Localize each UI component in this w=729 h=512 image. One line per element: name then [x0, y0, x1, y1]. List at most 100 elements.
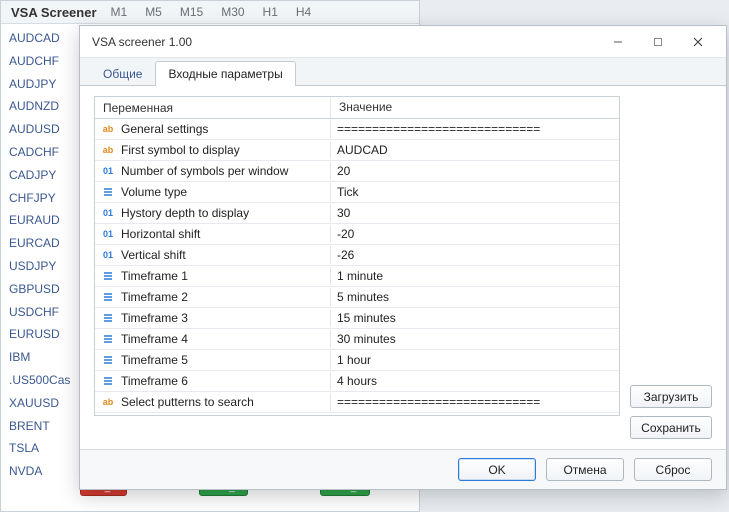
enum-type-icon [101, 353, 115, 367]
param-name-cell: 01Number of symbols per window [95, 162, 331, 180]
symbol-row[interactable]: AUDNZD [9, 95, 71, 118]
symbol-row[interactable]: XAUUSD [9, 392, 71, 415]
table-row[interactable]: Timeframe 4 30 minutes [95, 329, 619, 350]
timeframe-M5[interactable]: M5 [145, 5, 162, 19]
symbol-row[interactable]: AUDJPY [9, 73, 71, 96]
table-row[interactable]: 01 Vertical shift -26 [95, 245, 619, 266]
bg-title: VSA Screener [11, 5, 97, 20]
param-name-cell: Timeframe 6 [95, 372, 331, 390]
param-value-cell[interactable]: 30 minutes [331, 330, 619, 348]
table-body[interactable]: abGeneral settings======================… [95, 119, 619, 415]
cancel-button[interactable]: Отмена [546, 458, 624, 481]
table-header: Переменная Значение [95, 97, 619, 119]
table-row[interactable]: 01 Horizontal shift -20 [95, 224, 619, 245]
param-name-cell: Timeframe 3 [95, 309, 331, 327]
load-button[interactable]: Загрузить [630, 385, 712, 408]
enum-type-icon [101, 311, 115, 325]
enum-type-icon [101, 374, 115, 388]
close-button[interactable] [678, 28, 718, 56]
symbol-row[interactable]: AUDCAD [9, 27, 71, 50]
symbol-row[interactable]: GBPUSD [9, 278, 71, 301]
int-type-icon: 01 [101, 227, 115, 241]
enum-type-icon [101, 290, 115, 304]
param-value-cell[interactable]: 1 minute [331, 267, 619, 285]
dialog-body: Переменная Значение abGeneral settings==… [80, 86, 726, 449]
param-name: Select putterns to search [121, 395, 254, 409]
param-value-cell[interactable]: 30 [331, 204, 619, 222]
timeframe-M1[interactable]: M1 [111, 5, 128, 19]
table-row[interactable]: Timeframe 5 1 hour [95, 350, 619, 371]
param-name-cell: 01 Vertical shift [95, 246, 331, 264]
symbol-row[interactable]: AUDUSD [9, 118, 71, 141]
symbol-row[interactable]: AUDCHF [9, 50, 71, 73]
param-value-cell[interactable]: 5 minutes [331, 288, 619, 306]
symbol-row[interactable]: EURCAD [9, 232, 71, 255]
table-row[interactable]: Timeframe 2 5 minutes [95, 287, 619, 308]
table-row[interactable]: Timeframe 64 hours [95, 371, 619, 392]
table-row[interactable]: 01Hystory depth to display30 [95, 203, 619, 224]
symbol-row[interactable]: EURAUD [9, 209, 71, 232]
table-row[interactable]: abGeneral settings======================… [95, 119, 619, 140]
symbol-row[interactable]: CHFJPY [9, 187, 71, 210]
param-value-cell[interactable]: -26 [331, 246, 619, 264]
param-value-cell[interactable]: 4 hours [331, 372, 619, 390]
header-value[interactable]: Значение [331, 97, 619, 118]
symbol-row[interactable]: CADCHF [9, 141, 71, 164]
param-name-cell: abSelect putterns to search [95, 393, 331, 411]
table-row[interactable]: 01Number of symbols per window20 [95, 161, 619, 182]
param-value-cell[interactable]: 20 [331, 162, 619, 180]
symbol-row[interactable]: USDCHF [9, 301, 71, 324]
param-value-cell[interactable]: Tick [331, 183, 619, 201]
param-value-cell[interactable]: 1 hour [331, 351, 619, 369]
maximize-button[interactable] [638, 28, 678, 56]
param-name-cell: 01Hystory depth to display [95, 204, 331, 222]
table-row[interactable]: abFirst symbol to displayAUDCAD [95, 140, 619, 161]
symbol-row[interactable]: CADJPY [9, 164, 71, 187]
param-name: Timeframe 4 [121, 332, 188, 346]
symbol-row[interactable]: BRENT [9, 415, 71, 438]
reset-button[interactable]: Сброс [634, 458, 712, 481]
dialog-footer: OK Отмена Сброс [80, 449, 726, 489]
param-value-cell[interactable]: ============================= [331, 120, 619, 138]
header-variable[interactable]: Переменная [95, 97, 331, 118]
param-name: Timeframe 2 [121, 290, 188, 304]
tab-inputs[interactable]: Входные параметры [155, 61, 295, 86]
close-icon [693, 37, 703, 47]
int-type-icon: 01 [101, 248, 115, 262]
timeframe-H4[interactable]: H4 [296, 5, 311, 19]
save-button[interactable]: Сохранить [630, 416, 712, 439]
timeframe-H1[interactable]: H1 [263, 5, 278, 19]
param-value-cell[interactable]: AUDCAD [331, 141, 619, 159]
param-name: Timeframe 5 [121, 353, 188, 367]
param-name-cell: abFirst symbol to display [95, 141, 331, 159]
tab-common[interactable]: Общие [90, 61, 155, 86]
param-name-cell: Timeframe 1 [95, 267, 331, 285]
table-row[interactable]: Volume typeTick [95, 182, 619, 203]
param-name: Horizontal shift [121, 227, 200, 241]
timeframe-M15[interactable]: M15 [180, 5, 203, 19]
str-type-icon: ab [101, 122, 115, 136]
param-value-cell[interactable]: 15 minutes [331, 309, 619, 327]
minimize-icon [613, 37, 623, 47]
symbol-row[interactable]: IBM [9, 346, 71, 369]
symbol-row[interactable]: .US500Cash [9, 369, 71, 392]
param-name: Timeframe 3 [121, 311, 188, 325]
ok-button[interactable]: OK [458, 458, 536, 481]
minimize-button[interactable] [598, 28, 638, 56]
symbol-row[interactable]: NVDA [9, 460, 71, 483]
table-row[interactable]: Timeframe 3 15 minutes [95, 308, 619, 329]
param-name: Vertical shift [121, 248, 186, 262]
symbol-row[interactable]: EURUSD [9, 323, 71, 346]
dialog-tabs: Общие Входные параметры [80, 58, 726, 86]
table-row[interactable]: Timeframe 11 minute [95, 266, 619, 287]
table-row[interactable]: abSelect putterns to search=============… [95, 392, 619, 413]
param-name-cell: Timeframe 5 [95, 351, 331, 369]
param-value-cell[interactable]: -20 [331, 225, 619, 243]
symbol-row[interactable]: USDJPY [9, 255, 71, 278]
param-value-cell[interactable]: ============================= [331, 393, 619, 411]
dialog-titlebar: VSA screener 1.00 [80, 26, 726, 58]
param-name-cell: Timeframe 2 [95, 288, 331, 306]
timeframe-M30[interactable]: M30 [221, 5, 244, 19]
enum-type-icon [101, 185, 115, 199]
symbol-row[interactable]: TSLA [9, 437, 71, 460]
